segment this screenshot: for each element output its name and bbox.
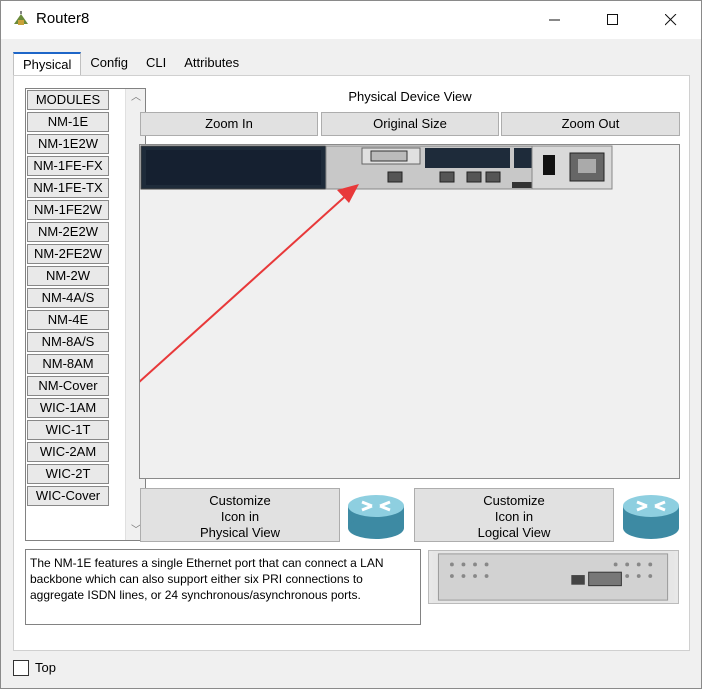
- module-item[interactable]: NM-4A/S: [27, 288, 109, 308]
- customize-logical-button[interactable]: Customize Icon in Logical View: [414, 488, 614, 542]
- module-item[interactable]: NM-1FE-TX: [27, 178, 109, 198]
- window-title: Router8: [36, 10, 90, 27]
- customize-logical-label-1: Customize: [483, 493, 545, 508]
- maximize-icon: [607, 14, 618, 25]
- module-item[interactable]: NM-1FE-FX: [27, 156, 109, 176]
- title-bar: Router8: [1, 1, 701, 39]
- tab-bar: Physical Config CLI Attributes: [13, 52, 248, 76]
- nm-slot-inner: [146, 150, 321, 185]
- tab-config[interactable]: Config: [81, 52, 137, 76]
- console-port[interactable]: [466, 171, 482, 183]
- annotation-arrow-line: [86, 191, 351, 430]
- module-item[interactable]: WIC-2T: [27, 464, 109, 484]
- close-button[interactable]: [648, 1, 694, 39]
- customize-logical-label-2: Icon in: [494, 509, 534, 524]
- router-window: Router8 Physical Config CLI Attributes M…: [0, 0, 702, 689]
- top-checkbox[interactable]: [13, 660, 29, 676]
- ethernet-port-1[interactable]: [439, 171, 455, 183]
- top-checkbox-label: Top: [35, 660, 56, 675]
- power-switch[interactable]: [543, 155, 555, 175]
- router-physical-icon: [348, 495, 404, 539]
- minimize-icon: [549, 19, 560, 21]
- customize-physical-button[interactable]: Customize Icon in Physical View: [140, 488, 340, 542]
- router-logical-icon: [623, 495, 679, 539]
- module-item[interactable]: NM-2E2W: [27, 222, 109, 242]
- close-icon: [665, 14, 677, 26]
- module-item[interactable]: NM-2W: [27, 266, 109, 286]
- module-preview-image: [428, 550, 679, 604]
- zoom-in-button[interactable]: Zoom In: [140, 112, 318, 136]
- module-item[interactable]: NM-1FE2W: [27, 200, 109, 220]
- module-item[interactable]: NM-Cover: [27, 376, 109, 396]
- customize-physical-label-2: Icon in: [220, 509, 260, 524]
- module-item[interactable]: WIC-1T: [27, 420, 109, 440]
- module-item[interactable]: NM-8AM: [27, 354, 109, 374]
- physical-device-canvas[interactable]: [86, 144, 680, 479]
- serial-connector-icon: [370, 150, 408, 162]
- tab-physical[interactable]: Physical: [13, 52, 82, 76]
- router-chassis-image: [86, 145, 613, 430]
- customize-physical-label-1: Customize: [209, 493, 271, 508]
- tab-cli[interactable]: CLI: [137, 52, 175, 76]
- module-item[interactable]: NM-1E: [27, 112, 109, 132]
- physical-tab-content: MODULES NM-1E NM-1E2W NM-1FE-FX NM-1FE-T…: [13, 75, 690, 651]
- customize-logical-label-3: Logical View: [477, 525, 551, 540]
- module-description: The NM-1E features a single Ethernet por…: [25, 549, 421, 625]
- module-header: MODULES: [27, 90, 109, 110]
- module-item[interactable]: WIC-2AM: [27, 442, 109, 462]
- module-item[interactable]: WIC-1AM: [27, 398, 109, 418]
- physical-device-view-label: Physical Device View: [348, 89, 472, 104]
- original-size-button[interactable]: Original Size: [321, 112, 499, 136]
- power-socket-inner: [578, 159, 596, 173]
- module-list: MODULES NM-1E NM-1E2W NM-1FE-FX NM-1FE-T…: [27, 90, 111, 508]
- minimize-button[interactable]: [532, 1, 578, 39]
- module-item[interactable]: NM-1E2W: [27, 134, 109, 154]
- aux-port[interactable]: [485, 171, 501, 183]
- interface-label-strip: [512, 182, 532, 188]
- zoom-out-button[interactable]: Zoom Out: [501, 112, 680, 136]
- module-item[interactable]: NM-2FE2W: [27, 244, 109, 264]
- module-item[interactable]: NM-8A/S: [27, 332, 109, 352]
- tab-attributes[interactable]: Attributes: [175, 52, 248, 76]
- wic-slot[interactable]: [425, 148, 510, 168]
- customize-physical-label-3: Physical View: [200, 525, 280, 540]
- module-item[interactable]: NM-4E: [27, 310, 109, 330]
- modules-list-panel: MODULES NM-1E NM-1E2W NM-1FE-FX NM-1FE-T…: [25, 88, 146, 541]
- router-app-icon: [14, 11, 28, 25]
- module-item[interactable]: WIC-Cover: [27, 486, 109, 506]
- maximize-button[interactable]: [590, 1, 636, 39]
- ethernet-port-0[interactable]: [387, 171, 403, 183]
